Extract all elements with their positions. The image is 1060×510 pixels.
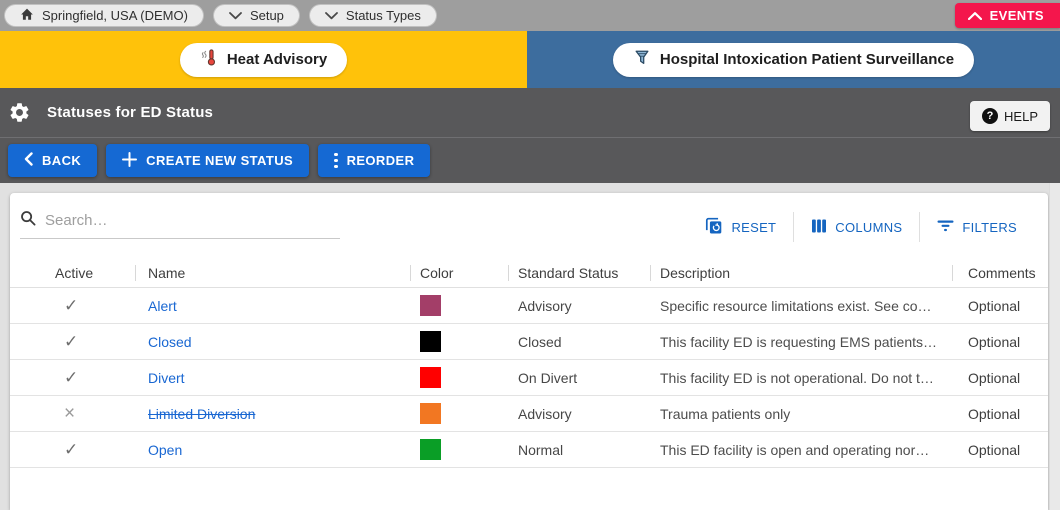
search-input[interactable] <box>45 212 340 229</box>
page-title: Statuses for ED Status <box>47 104 214 121</box>
comments-value: Optional <box>968 297 1021 314</box>
vertical-scrollbar[interactable] <box>1049 183 1060 510</box>
filters-button-label: FILTERS <box>962 219 1017 235</box>
back-button[interactable]: BACK <box>8 144 98 177</box>
comments-value: Optional <box>968 441 1021 458</box>
breadcrumb-status-types[interactable]: Status Types <box>308 4 437 27</box>
description-value: This facility ED is not operational. Do … <box>660 369 934 386</box>
breadcrumb-region-label: Springfield, USA (DEMO) <box>42 8 188 23</box>
drag-dots-icon <box>334 152 338 169</box>
column-header-color[interactable]: Color <box>410 258 508 287</box>
inactive-indicator: × <box>64 403 76 424</box>
status-name-link[interactable]: Open <box>148 442 182 458</box>
create-new-status-label: CREATE NEW STATUS <box>146 153 294 168</box>
standard-status-value: Normal <box>518 441 564 458</box>
column-header-description[interactable]: Description <box>650 258 952 287</box>
create-new-status-button[interactable]: CREATE NEW STATUS <box>106 144 310 177</box>
funnel-icon <box>633 49 651 71</box>
help-button-label: HELP <box>1004 108 1038 124</box>
top-navigation-bar: Springfield, USA (DEMO) Setup Status Typ… <box>0 0 1060 31</box>
column-header-comments[interactable]: Comments <box>952 258 1048 287</box>
content-area: RESET COLUMNS FILTERS Active Name Color … <box>0 183 1060 510</box>
color-swatch <box>420 439 441 460</box>
section-header: Statuses for ED Status ? HELP <box>0 88 1060 137</box>
search-icon <box>20 210 36 231</box>
description-value: This ED facility is open and operating n… <box>660 441 930 458</box>
table-row: × Limited Diversion Advisory Trauma pati… <box>10 396 1048 432</box>
color-swatch <box>420 403 441 424</box>
chevron-up-icon <box>967 8 982 23</box>
status-name-link[interactable]: Alert <box>148 298 177 314</box>
chevron-down-icon <box>325 8 338 23</box>
columns-icon <box>811 219 827 236</box>
table-action-buttons: RESET COLUMNS FILTERS <box>688 210 1034 244</box>
column-header-active[interactable]: Active <box>10 258 135 287</box>
reset-button-label: RESET <box>731 219 777 235</box>
surveillance-button[interactable]: Hospital Intoxication Patient Surveillan… <box>612 42 975 77</box>
action-toolbar: BACK CREATE NEW STATUS REORDER <box>0 137 1060 183</box>
help-button[interactable]: ? HELP <box>970 101 1050 131</box>
active-indicator: ✓ <box>64 439 79 459</box>
events-button[interactable]: EVENTS <box>954 3 1060 28</box>
reorder-button-label: REORDER <box>346 153 415 168</box>
status-name-link[interactable]: Closed <box>148 334 192 350</box>
columns-button[interactable]: COLUMNS <box>794 219 919 236</box>
events-button-label: EVENTS <box>989 8 1044 23</box>
chevron-down-icon <box>229 8 242 23</box>
home-icon <box>20 8 34 24</box>
filter-icon <box>937 219 954 235</box>
description-value: Specific resource limitations exist. See… <box>660 297 932 314</box>
plus-icon <box>122 151 138 170</box>
chevron-left-icon <box>24 152 33 169</box>
status-name-link[interactable]: Divert <box>148 370 185 386</box>
statuses-card: RESET COLUMNS FILTERS Active Name Color … <box>10 193 1048 510</box>
column-header-standard-status[interactable]: Standard Status <box>508 258 650 287</box>
status-name-link[interactable]: Limited Diversion <box>148 406 255 422</box>
table-row: ✓ Open Normal This ED facility is open a… <box>10 432 1048 468</box>
columns-button-label: COLUMNS <box>835 219 903 235</box>
color-swatch <box>420 295 441 316</box>
standard-status-value: On Divert <box>518 369 578 386</box>
breadcrumb-status-types-label: Status Types <box>345 8 421 23</box>
table-header-row: Active Name Color Standard Status Descri… <box>10 258 1048 288</box>
standard-status-value: Advisory <box>518 405 572 422</box>
heat-advisory-button[interactable]: Heat Advisory <box>179 42 348 77</box>
reset-button[interactable]: RESET <box>688 217 793 238</box>
active-indicator: ✓ <box>64 295 79 315</box>
reset-icon <box>705 217 723 238</box>
active-indicator: ✓ <box>64 331 79 351</box>
table-row: ✓ Alert Advisory Specific resource limit… <box>10 288 1048 324</box>
back-button-label: BACK <box>42 153 82 168</box>
table-row: ✓ Closed Closed This facility ED is requ… <box>10 324 1048 360</box>
surveillance-banner: Hospital Intoxication Patient Surveillan… <box>527 31 1060 88</box>
grid-controls-row: RESET COLUMNS FILTERS <box>10 193 1048 258</box>
help-icon: ? <box>982 108 999 124</box>
breadcrumb-setup[interactable]: Setup <box>212 4 300 27</box>
surveillance-label: Hospital Intoxication Patient Surveillan… <box>659 51 955 68</box>
breadcrumb-region[interactable]: Springfield, USA (DEMO) <box>4 4 204 27</box>
description-value: Trauma patients only <box>660 405 791 422</box>
color-swatch <box>420 331 441 352</box>
color-swatch <box>420 367 441 388</box>
column-header-name[interactable]: Name <box>135 258 410 287</box>
standard-status-value: Advisory <box>518 297 572 314</box>
gear-icon <box>8 101 31 124</box>
filters-button[interactable]: FILTERS <box>920 219 1034 235</box>
table-row: ✓ Divert On Divert This facility ED is n… <box>10 360 1048 396</box>
thermometer-icon <box>200 48 218 71</box>
alert-banners: Heat Advisory Hospital Intoxication Pati… <box>0 31 1060 88</box>
standard-status-value: Closed <box>518 333 562 350</box>
active-indicator: ✓ <box>64 367 79 387</box>
reorder-button[interactable]: REORDER <box>318 144 431 177</box>
comments-value: Optional <box>968 405 1021 422</box>
breadcrumb-setup-label: Setup <box>249 8 284 23</box>
search-field[interactable] <box>20 210 340 239</box>
heat-advisory-banner: Heat Advisory <box>0 31 527 88</box>
heat-advisory-label: Heat Advisory <box>226 51 328 68</box>
comments-value: Optional <box>968 369 1021 386</box>
comments-value: Optional <box>968 333 1021 350</box>
description-value: This facility ED is requesting EMS patie… <box>660 333 937 350</box>
